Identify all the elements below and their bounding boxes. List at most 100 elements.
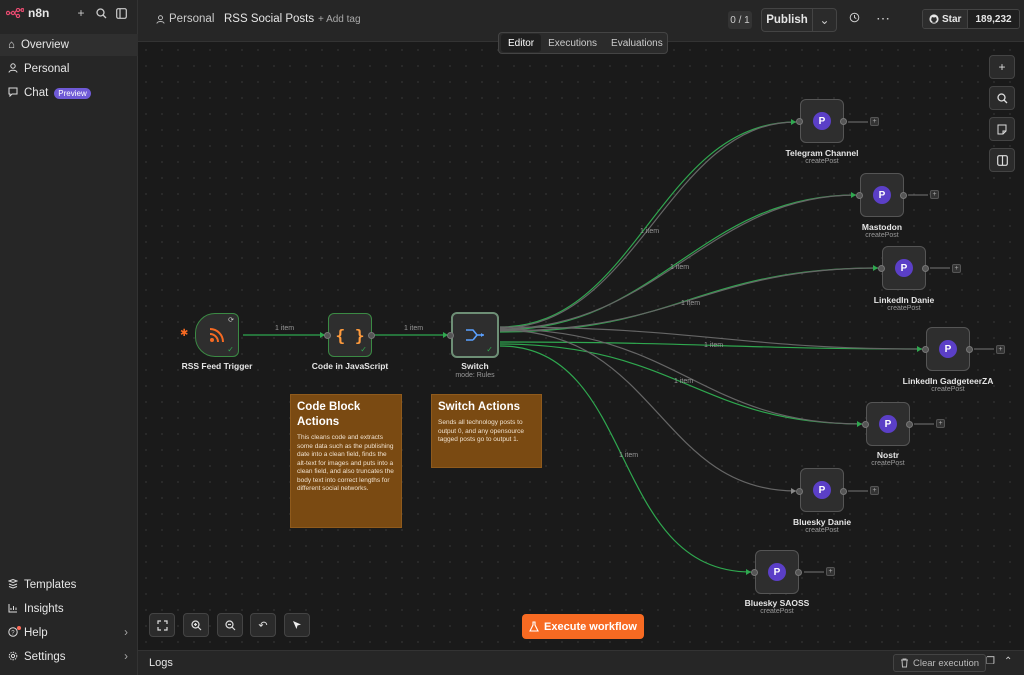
- collapse-sidebar-icon[interactable]: [111, 3, 131, 23]
- tab-editor[interactable]: Editor: [501, 34, 542, 52]
- clear-execution-button[interactable]: Clear execution: [893, 654, 987, 672]
- github-star-button[interactable]: Star 189,232: [922, 9, 1020, 29]
- sticky-title: Switch Actions: [438, 401, 520, 413]
- node-telegram-channel[interactable]: P: [800, 99, 844, 143]
- add-node-plus-icon[interactable]: +: [870, 117, 879, 126]
- zoom-in-button[interactable]: [183, 613, 209, 637]
- publish-button-group: Publish ⌄: [761, 8, 837, 32]
- add-node-plus-icon[interactable]: +: [952, 264, 961, 273]
- node-switch[interactable]: ✓: [451, 312, 499, 358]
- node-input-port[interactable]: [447, 332, 454, 339]
- node-linkedin-danie[interactable]: P: [882, 246, 926, 290]
- node-sublabel: createPost: [760, 608, 794, 615]
- sidebar-item-templates[interactable]: Templates: [0, 574, 138, 596]
- node-linkedin-gadgeteerza[interactable]: P: [926, 327, 970, 371]
- star-label: Star: [942, 13, 962, 25]
- sidebar-item-chat[interactable]: Chat Preview: [0, 82, 138, 104]
- connection-switch-telegram[interactable]: [499, 121, 797, 328]
- node-output-port[interactable]: [900, 192, 907, 199]
- sidebar-item-help[interactable]: ? Help ›: [0, 622, 138, 644]
- sidebar-item-settings[interactable]: Settings ›: [0, 646, 138, 668]
- sidebar-item-overview[interactable]: ⌂ Overview: [0, 34, 138, 56]
- node-input-port[interactable]: [751, 569, 758, 576]
- add-node-plus-icon[interactable]: +: [936, 419, 945, 428]
- execute-workflow-button[interactable]: Execute workflow: [522, 614, 644, 639]
- more-options-icon[interactable]: ⋯: [876, 10, 890, 27]
- add-tag-link[interactable]: + Add tag: [318, 14, 361, 25]
- add-node-plus-icon[interactable]: +: [826, 567, 835, 576]
- notification-dot: [17, 626, 21, 630]
- workflow-title[interactable]: RSS Social Posts: [224, 13, 314, 25]
- sticky-note-switch-actions[interactable]: Switch Actions Sends all technology post…: [431, 394, 542, 468]
- tab-evaluations[interactable]: Evaluations: [604, 34, 670, 52]
- add-node-plus-icon[interactable]: +: [870, 486, 879, 495]
- postiz-icon: P: [768, 563, 786, 581]
- node-label: LinkedIn GadgeteerZA: [902, 376, 994, 386]
- node-mastodon[interactable]: P: [860, 173, 904, 217]
- add-sticky-button[interactable]: [989, 117, 1015, 141]
- add-node-button[interactable]: +: [989, 55, 1015, 79]
- node-output-port[interactable]: [840, 118, 847, 125]
- logs-label[interactable]: Logs: [149, 657, 173, 669]
- node-input-port[interactable]: [922, 346, 929, 353]
- toggle-panel-button[interactable]: [989, 148, 1015, 172]
- fit-view-button[interactable]: [149, 613, 175, 637]
- node-bluesky-saoss[interactable]: P: [755, 550, 799, 594]
- sidebar-item-insights[interactable]: Insights: [0, 598, 138, 620]
- node-output-port[interactable]: [368, 332, 375, 339]
- node-input-port[interactable]: [862, 421, 869, 428]
- node-output-port[interactable]: [906, 421, 913, 428]
- undo-button[interactable]: ↶: [250, 613, 276, 637]
- node-rss-feed-trigger[interactable]: ⟳ ✓: [195, 313, 239, 357]
- node-input-port[interactable]: [324, 332, 331, 339]
- zoom-out-button[interactable]: [217, 613, 243, 637]
- select-mode-button[interactable]: [284, 613, 310, 637]
- chevron-up-icon[interactable]: ⌃: [1004, 656, 1012, 667]
- sticky-note-code-block[interactable]: Code Block Actions This cleans code and …: [290, 394, 402, 528]
- postiz-icon: P: [873, 186, 891, 204]
- sidebar-item-personal[interactable]: Personal: [0, 58, 138, 80]
- node-label: Mastodon: [861, 222, 903, 232]
- node-input-port[interactable]: [796, 118, 803, 125]
- trigger-bolt-icon: ✱: [180, 328, 189, 339]
- connection-switch-out1-bluesky-danie[interactable]: [499, 329, 797, 492]
- node-label: Bluesky SAOSS: [744, 598, 810, 608]
- add-node-plus-icon[interactable]: +: [930, 190, 939, 199]
- logs-bar[interactable]: Logs Clear execution ❐ ⌃: [138, 650, 1024, 675]
- node-bluesky-danie[interactable]: P: [800, 468, 844, 512]
- search-nodes-button[interactable]: [989, 86, 1015, 110]
- node-nostr[interactable]: P: [866, 402, 910, 446]
- connection-switch-mastodon[interactable]: [499, 194, 857, 331]
- workflow-canvas[interactable]: 1 item 1 item 1 item 1 item 1 item 1 ite…: [138, 42, 1024, 650]
- node-output-port[interactable]: [795, 569, 802, 576]
- popout-icon[interactable]: ❐: [986, 656, 995, 667]
- node-label: Telegram Channel: [785, 148, 859, 158]
- connection-switch-out1-nostr[interactable]: [499, 328, 863, 425]
- node-output-port[interactable]: [840, 488, 847, 495]
- publish-button[interactable]: Publish: [762, 9, 813, 31]
- search-icon[interactable]: [91, 3, 111, 23]
- node-sublabel: createPost: [887, 305, 921, 312]
- postiz-icon: P: [813, 481, 831, 499]
- node-input-port[interactable]: [856, 192, 863, 199]
- logo[interactable]: n8n: [6, 6, 49, 20]
- node-code-javascript[interactable]: { } ✓: [328, 313, 372, 357]
- node-output-port[interactable]: [922, 265, 929, 272]
- switch-routing-icon: [466, 329, 484, 341]
- postiz-icon: P: [879, 415, 897, 433]
- node-sublabel: createPost: [871, 460, 905, 467]
- add-node-plus-icon[interactable]: +: [996, 345, 1005, 354]
- node-input-port[interactable]: [796, 488, 803, 495]
- node-input-port[interactable]: [878, 265, 885, 272]
- breadcrumb-project[interactable]: Personal: [156, 13, 214, 25]
- history-icon[interactable]: [849, 12, 860, 26]
- cursor-icon: [292, 620, 301, 629]
- add-icon[interactable]: +: [71, 3, 91, 23]
- github-star[interactable]: Star: [923, 10, 969, 28]
- node-output-port[interactable]: [966, 346, 973, 353]
- publish-dropdown-chevron-icon[interactable]: ⌄: [813, 13, 836, 27]
- tab-executions[interactable]: Executions: [541, 34, 604, 52]
- node-sublabel: createPost: [805, 527, 839, 534]
- node-label: Switch: [461, 361, 489, 371]
- postiz-icon: P: [895, 259, 913, 277]
